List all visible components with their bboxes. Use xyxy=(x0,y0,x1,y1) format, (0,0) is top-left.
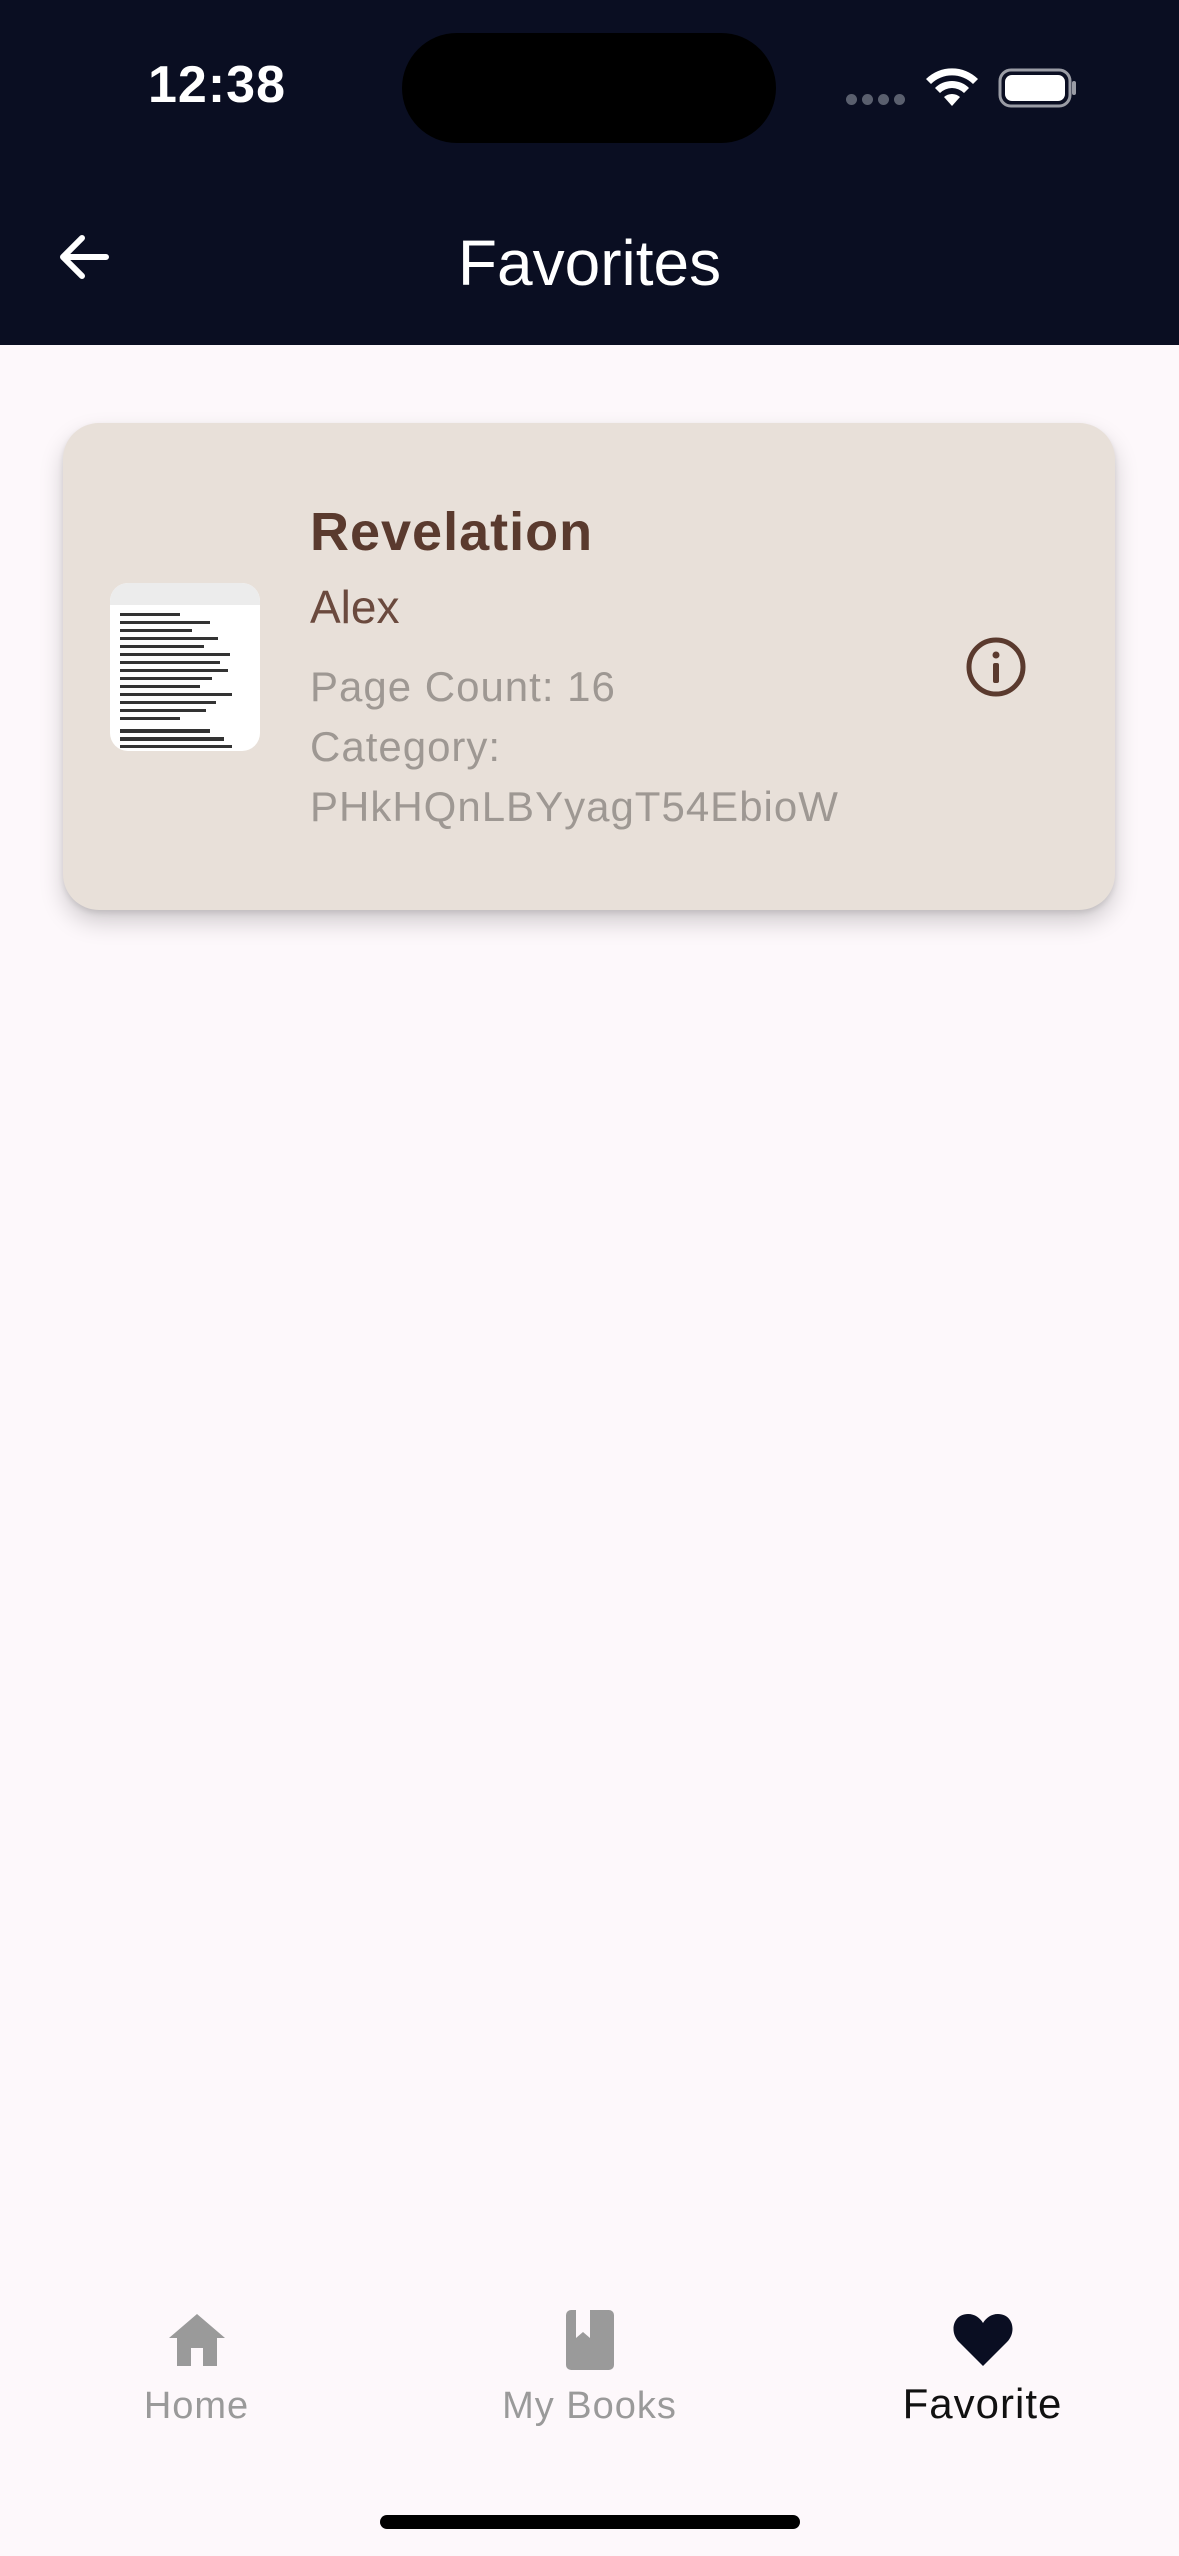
nav-label-home: Home xyxy=(143,2385,250,2427)
battery-icon xyxy=(998,68,1076,108)
book-title: Revelation xyxy=(310,502,594,562)
status-time: 12:38 xyxy=(148,56,286,114)
home-indicator[interactable] xyxy=(380,2515,800,2529)
nav-item-home[interactable]: Home xyxy=(0,2270,393,2430)
heart-icon xyxy=(952,2314,1013,2366)
book-category-value: PHkHQnLBYyagT54EbioW xyxy=(310,783,839,830)
nav-label-favorite: Favorite xyxy=(902,2380,1063,2427)
wifi-icon xyxy=(926,68,978,106)
app-header: 12:38 Favorites xyxy=(0,0,1179,345)
nav-label-my-books: My Books xyxy=(502,2385,677,2427)
dynamic-island xyxy=(402,33,776,143)
book-icon xyxy=(565,2310,614,2370)
book-cover-thumbnail xyxy=(110,583,260,751)
book-category-label: Category: xyxy=(310,723,502,770)
page-title: Favorites xyxy=(457,227,722,299)
cellular-signal-icon xyxy=(846,94,906,106)
favorite-book-card[interactable]: Revelation Alex Page Count: 16 Category:… xyxy=(63,423,1115,910)
info-circle-icon[interactable] xyxy=(964,635,1028,699)
book-page-count: Page Count: 16 xyxy=(310,663,616,710)
home-icon xyxy=(168,2314,225,2366)
bottom-navigation: Home My Books Favorite xyxy=(0,2270,1179,2556)
nav-item-favorite[interactable]: Favorite xyxy=(786,2270,1179,2430)
book-author: Alex xyxy=(310,581,400,633)
nav-item-my-books[interactable]: My Books xyxy=(393,2270,786,2430)
